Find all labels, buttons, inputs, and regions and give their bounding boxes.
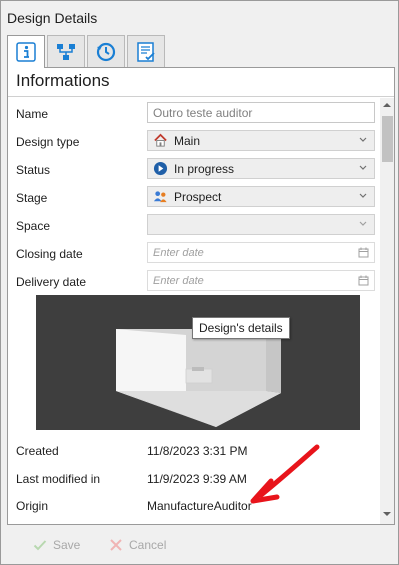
closing-date-label: Closing date bbox=[16, 247, 83, 261]
origin-value: ManufactureAuditor bbox=[147, 499, 252, 513]
delivery-date-label: Delivery date bbox=[16, 275, 87, 289]
calendar-icon[interactable] bbox=[358, 275, 369, 286]
modified-value: 11/9/2023 9:39 AM bbox=[147, 472, 247, 486]
status-value: In progress bbox=[174, 161, 235, 176]
delivery-date-input[interactable]: Enter date bbox=[147, 270, 375, 291]
closing-date-placeholder: Enter date bbox=[153, 246, 204, 259]
check-icon bbox=[33, 540, 47, 551]
origin-label: Origin bbox=[16, 499, 49, 513]
information-panel: Informations Name Outro teste auditor De… bbox=[7, 67, 395, 525]
tab-history[interactable] bbox=[87, 35, 125, 67]
annotation-arrow-icon bbox=[250, 444, 320, 504]
scroll-down-icon[interactable] bbox=[383, 512, 391, 516]
checklist-icon bbox=[137, 41, 155, 62]
space-label: Space bbox=[16, 219, 51, 233]
status-select[interactable]: In progress bbox=[147, 158, 375, 179]
design-details-window: Design Details Informations Name Outro t… bbox=[0, 0, 399, 565]
design-type-label: Design type bbox=[16, 135, 80, 149]
vertical-scrollbar[interactable] bbox=[380, 98, 394, 524]
chevron-down-icon bbox=[359, 165, 367, 170]
delivery-date-placeholder: Enter date bbox=[153, 274, 204, 287]
space-select[interactable] bbox=[147, 214, 375, 235]
stage-label: Stage bbox=[16, 191, 48, 205]
section-title: Informations bbox=[16, 71, 110, 90]
design-preview[interactable] bbox=[36, 295, 360, 430]
tab-hierarchy[interactable] bbox=[47, 35, 85, 67]
window-title: Design Details bbox=[7, 10, 98, 26]
design-type-value: Main bbox=[174, 133, 201, 148]
chevron-down-icon bbox=[359, 137, 367, 142]
scroll-up-icon[interactable] bbox=[383, 103, 391, 107]
closing-date-input[interactable]: Enter date bbox=[147, 242, 375, 263]
divider bbox=[8, 96, 394, 97]
history-icon bbox=[96, 42, 116, 61]
save-button[interactable]: Save bbox=[33, 538, 80, 552]
cancel-button[interactable]: Cancel bbox=[109, 538, 166, 552]
name-label: Name bbox=[16, 107, 49, 121]
modified-label: Last modified in bbox=[16, 472, 101, 486]
stage-select[interactable]: Prospect bbox=[147, 186, 375, 207]
tab-checklist[interactable] bbox=[127, 35, 165, 67]
save-label: Save bbox=[53, 538, 81, 552]
stage-value: Prospect bbox=[174, 189, 222, 204]
design-details-tooltip: Design's details bbox=[192, 317, 290, 339]
calendar-icon[interactable] bbox=[358, 247, 369, 258]
chevron-down-icon bbox=[359, 221, 367, 226]
name-field[interactable]: Outro teste auditor bbox=[147, 102, 375, 123]
created-value: 11/8/2023 3:31 PM bbox=[147, 444, 248, 458]
hierarchy-icon bbox=[57, 43, 75, 60]
scroll-thumb[interactable] bbox=[382, 116, 393, 162]
created-label: Created bbox=[16, 444, 59, 458]
info-icon bbox=[16, 42, 36, 62]
play-icon bbox=[153, 161, 168, 176]
name-value: Outro teste auditor bbox=[153, 105, 253, 120]
chevron-down-icon bbox=[359, 193, 367, 198]
close-icon bbox=[110, 539, 122, 551]
people-icon bbox=[153, 191, 167, 203]
cancel-label: Cancel bbox=[129, 538, 167, 552]
room-render bbox=[116, 325, 281, 427]
status-label: Status bbox=[16, 163, 51, 177]
design-type-select[interactable]: Main bbox=[147, 130, 375, 151]
house-icon bbox=[154, 133, 167, 147]
tab-information[interactable] bbox=[7, 35, 45, 68]
